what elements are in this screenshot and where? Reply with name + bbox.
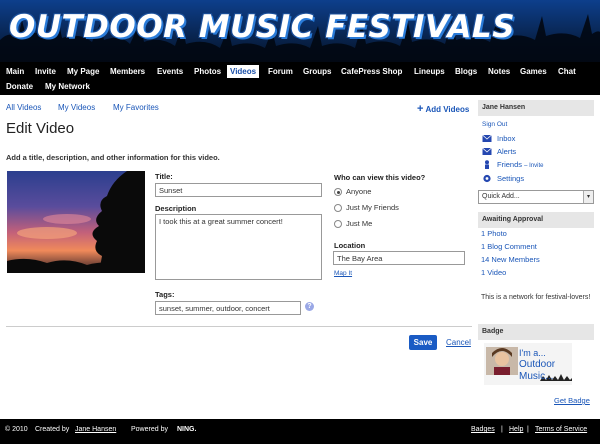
nav-item-main[interactable]: Main xyxy=(6,67,24,76)
save-button[interactable]: Save xyxy=(409,335,437,350)
inbox-link[interactable]: Inbox xyxy=(497,134,515,143)
nav-item-cafepress-shop[interactable]: CafePress Shop xyxy=(341,67,402,76)
inbox-icon xyxy=(482,134,492,142)
footer-created-by: Created by xyxy=(35,426,70,433)
add-videos-link[interactable]: + Add Videos xyxy=(417,103,469,115)
site-title[interactable]: OUTDOOR MUSIC FESTIVALS xyxy=(9,9,515,45)
subtab-all-videos[interactable]: All Videos xyxy=(6,103,41,112)
invite-friends-link[interactable]: – Invite xyxy=(524,163,543,169)
approval-new-members-link[interactable]: 14 New Members xyxy=(481,255,540,264)
cancel-link[interactable]: Cancel xyxy=(446,338,471,347)
nav-item-invite[interactable]: Invite xyxy=(35,67,56,76)
footer-creator-link[interactable]: Jane Hansen xyxy=(75,426,116,433)
nav-item-chat[interactable]: Chat xyxy=(558,67,576,76)
awaiting-approval-header: Awaiting Approval xyxy=(478,212,594,228)
description-label: Description xyxy=(155,204,197,213)
nav-item-forum[interactable]: Forum xyxy=(268,67,293,76)
footer-powered-by: Powered by xyxy=(131,426,168,433)
nav-item-events[interactable]: Events xyxy=(157,67,183,76)
location-field[interactable]: The Bay Area xyxy=(333,251,465,265)
nav-item-lineups[interactable]: Lineups xyxy=(414,67,445,76)
approval-photo-link[interactable]: 1 Photo xyxy=(481,229,507,238)
footer-copyright: © 2010 xyxy=(5,426,28,433)
radio-selected-icon xyxy=(334,188,342,197)
subtab-my-favorites[interactable]: My Favorites xyxy=(113,103,159,112)
tags-field[interactable]: sunset, summer, outdoor, concert xyxy=(155,301,301,315)
intro-text: Add a title, description, and other info… xyxy=(6,153,220,162)
video-thumbnail xyxy=(7,171,145,273)
alerts-icon xyxy=(482,147,492,155)
approval-blog-comment-link[interactable]: 1 Blog Comment xyxy=(481,242,537,251)
main-nav: Main Invite My Page Members Events Photo… xyxy=(0,62,600,95)
title-field[interactable]: Sunset xyxy=(155,183,322,197)
privacy-option-just-me[interactable]: Just Me xyxy=(334,219,372,229)
radio-icon xyxy=(334,204,342,213)
footer-terms-link[interactable]: Terms of Service xyxy=(535,426,587,433)
form-divider xyxy=(6,326,472,327)
footer-separator: | xyxy=(501,426,503,433)
nav-item-blogs[interactable]: Blogs xyxy=(455,67,477,76)
nav-item-groups[interactable]: Groups xyxy=(303,67,331,76)
privacy-label: Who can view this video? xyxy=(334,173,426,182)
page-title: Edit Video xyxy=(6,120,75,137)
settings-link[interactable]: Settings xyxy=(497,174,524,183)
help-icon[interactable]: ? xyxy=(305,302,314,311)
sign-out-link[interactable]: Sign Out xyxy=(482,121,507,128)
site-header: OUTDOOR MUSIC FESTIVALS xyxy=(0,0,600,62)
nav-item-my-network[interactable]: My Network xyxy=(45,82,90,91)
description-field[interactable]: I took this at a great summer concert! xyxy=(155,214,322,280)
title-label: Title: xyxy=(155,172,173,181)
nav-item-notes[interactable]: Notes xyxy=(488,67,510,76)
footer-help-link[interactable]: Help xyxy=(509,426,523,433)
map-it-link[interactable]: Map It xyxy=(334,270,352,277)
approval-video-link[interactable]: 1 Video xyxy=(481,268,506,277)
friends-link[interactable]: Friends – Invite xyxy=(497,160,543,169)
user-panel-header: Jane Hansen xyxy=(478,100,594,116)
nav-item-photos[interactable]: Photos xyxy=(194,67,221,76)
nav-item-members[interactable]: Members xyxy=(110,67,145,76)
settings-icon xyxy=(483,174,491,183)
ning-logo[interactable]: NING. xyxy=(177,426,196,433)
footer-badges-link[interactable]: Badges xyxy=(471,426,495,433)
badge-text[interactable]: I'm a... Outdoor Music... xyxy=(519,347,555,383)
alerts-link[interactable]: Alerts xyxy=(497,147,516,156)
get-badge-link[interactable]: Get Badge xyxy=(554,396,590,405)
location-label: Location xyxy=(334,241,366,250)
nav-item-donate[interactable]: Donate xyxy=(6,82,33,91)
radio-icon xyxy=(334,220,342,229)
nav-item-games[interactable]: Games xyxy=(520,67,547,76)
network-description: This is a network for festival-lovers! xyxy=(481,294,591,301)
badge-header: Badge xyxy=(478,324,594,340)
privacy-option-anyone[interactable]: Anyone xyxy=(334,187,371,197)
friends-icon xyxy=(485,160,489,169)
nav-item-my-page[interactable]: My Page xyxy=(67,67,99,76)
dropdown-arrow-icon: ▾ xyxy=(583,191,593,203)
nav-item-videos[interactable]: Videos xyxy=(227,65,260,78)
quick-add-select[interactable]: Quick Add... ▾ xyxy=(478,190,594,204)
badge-avatar xyxy=(486,347,518,375)
subtab-my-videos[interactable]: My Videos xyxy=(58,103,95,112)
footer-separator: | xyxy=(527,426,529,433)
privacy-option-just-my-friends[interactable]: Just My Friends xyxy=(334,203,399,213)
site-footer: © 2010 Created by Jane Hansen Powered by… xyxy=(0,419,600,444)
plus-icon: + xyxy=(417,103,424,115)
tags-label: Tags: xyxy=(155,290,175,299)
